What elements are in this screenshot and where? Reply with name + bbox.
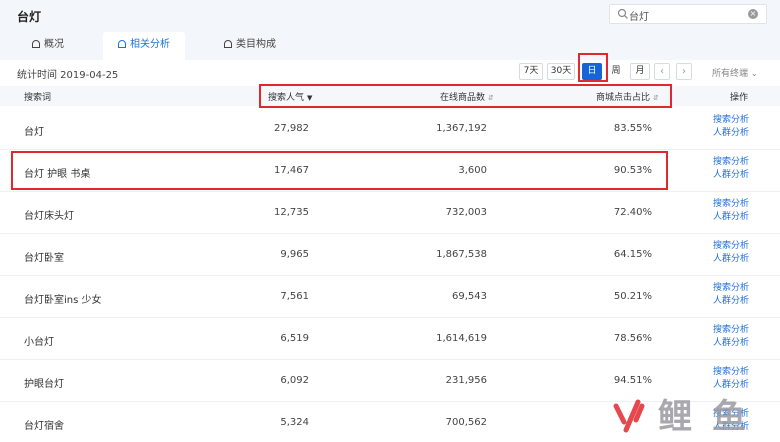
table-row: 小台灯 6,519 1,614,619 78.56% 搜索分析 人群分析: [0, 319, 780, 360]
terminal-select-value: 所有终端: [712, 69, 749, 79]
page-title: 台灯: [17, 10, 42, 24]
cell-popularity: 9,965: [280, 249, 309, 260]
cell-popularity: 5,324: [280, 417, 309, 428]
table-row: 台灯 27,982 1,367,192 83.55% 搜索分析 人群分析: [0, 109, 780, 150]
cell-popularity: 6,092: [280, 375, 309, 386]
range-week-button[interactable]: 周: [606, 63, 626, 80]
cell-term: 台灯: [24, 127, 44, 138]
cell-goods: 69,543: [452, 291, 487, 302]
search-box[interactable]: 台灯 ×: [609, 4, 767, 24]
cell-ctr: 72.40%: [613, 207, 652, 218]
cell-popularity: 27,982: [274, 123, 309, 134]
row-actions: 搜索分析 人群分析: [713, 282, 763, 308]
cell-term: 护眼台灯: [24, 379, 64, 390]
row-actions: 搜索分析 人群分析: [713, 240, 763, 266]
cell-ctr: 83.55%: [613, 123, 652, 134]
header-term: 搜索词: [24, 93, 52, 103]
cell-ctr: 50.21%: [613, 291, 652, 302]
header-ops: 操作: [730, 93, 749, 103]
search-input[interactable]: 台灯: [629, 8, 649, 23]
home-icon: [224, 40, 232, 48]
svg-text:鲤: 鲤: [658, 397, 692, 437]
cell-goods: 1,367,192: [436, 123, 487, 134]
search-analysis-link[interactable]: 搜索分析: [713, 366, 763, 379]
cell-term: 台灯宿舍: [24, 421, 64, 432]
cell-goods: 231,956: [445, 375, 487, 386]
table-row: 台灯床头灯 12,735 732,003 72.40% 搜索分析 人群分析: [0, 193, 780, 234]
row-actions: 搜索分析 人群分析: [713, 114, 763, 140]
crowd-analysis-link[interactable]: 人群分析: [713, 169, 763, 182]
highlight-selected-row: [11, 151, 668, 190]
crowd-analysis-link[interactable]: 人群分析: [713, 337, 763, 350]
tab-label: 概况: [44, 39, 64, 50]
cell-term: 台灯卧室: [24, 253, 64, 264]
cell-goods: 1,867,538: [436, 249, 487, 260]
crowd-analysis-link[interactable]: 人群分析: [713, 127, 763, 140]
row-actions: 搜索分析 人群分析: [713, 198, 763, 224]
row-actions: 搜索分析 人群分析: [713, 366, 763, 392]
search-analysis-link[interactable]: 搜索分析: [713, 324, 763, 337]
cell-ctr: 94.51%: [613, 375, 652, 386]
crowd-analysis-link[interactable]: 人群分析: [713, 211, 763, 224]
svg-text:鱼: 鱼: [712, 397, 746, 437]
search-analysis-link[interactable]: 搜索分析: [713, 282, 763, 295]
cell-goods: 700,562: [445, 417, 487, 428]
stat-time: 统计时间 2019-04-25: [17, 70, 119, 81]
search-analysis-link[interactable]: 搜索分析: [713, 156, 763, 169]
clear-icon[interactable]: ×: [748, 9, 758, 19]
home-icon: [118, 40, 126, 48]
highlight-day-range: [578, 53, 608, 82]
table-row: 台灯卧室 9,965 1,867,538 64.15% 搜索分析 人群分析: [0, 235, 780, 276]
tab-label: 相关分析: [130, 39, 170, 50]
chevron-down-icon: ⌄: [751, 69, 758, 78]
cell-goods: 1,614,619: [436, 333, 487, 344]
search-icon: [617, 8, 628, 19]
crowd-analysis-link[interactable]: 人群分析: [713, 379, 763, 392]
range-30d-button[interactable]: 30天: [547, 63, 575, 80]
cell-term: 小台灯: [24, 337, 54, 348]
search-analysis-link[interactable]: 搜索分析: [713, 240, 763, 253]
terminal-select[interactable]: 所有终端 ⌄: [712, 66, 758, 79]
cell-popularity: 6,519: [280, 333, 309, 344]
search-analysis-link[interactable]: 搜索分析: [713, 114, 763, 127]
watermark-logo: 鲤 鱼: [613, 397, 746, 437]
tab-category[interactable]: 类目构成: [217, 32, 283, 60]
crowd-analysis-link[interactable]: 人群分析: [713, 295, 763, 308]
tab-related-analysis[interactable]: 相关分析: [103, 32, 185, 60]
table-row: 台灯卧室ins 少女 7,561 69,543 50.21% 搜索分析 人群分析: [0, 277, 780, 318]
crowd-analysis-link[interactable]: 人群分析: [713, 253, 763, 266]
cell-term: 台灯卧室ins 少女: [24, 295, 102, 306]
cell-popularity: 7,561: [280, 291, 309, 302]
cell-term: 台灯床头灯: [24, 211, 74, 222]
cell-popularity: 12,735: [274, 207, 309, 218]
cell-ctr: 78.56%: [613, 333, 652, 344]
range-7d-button[interactable]: 7天: [519, 63, 543, 80]
tab-bar: 概况 相关分析 类目构成: [0, 28, 780, 60]
row-actions: 搜索分析 人群分析: [713, 156, 763, 182]
chevron-left-icon[interactable]: ‹: [654, 63, 670, 80]
tab-label: 类目构成: [236, 39, 276, 50]
home-icon: [32, 40, 40, 48]
search-analysis-link[interactable]: 搜索分析: [713, 198, 763, 211]
tab-overview[interactable]: 概况: [22, 32, 74, 60]
cell-goods: 732,003: [445, 207, 487, 218]
row-actions: 搜索分析 人群分析: [713, 324, 763, 350]
chevron-right-icon[interactable]: ›: [676, 63, 692, 80]
cell-ctr: 64.15%: [613, 249, 652, 260]
highlight-header-metrics: [259, 84, 672, 108]
range-month-button[interactable]: 月: [630, 63, 650, 80]
